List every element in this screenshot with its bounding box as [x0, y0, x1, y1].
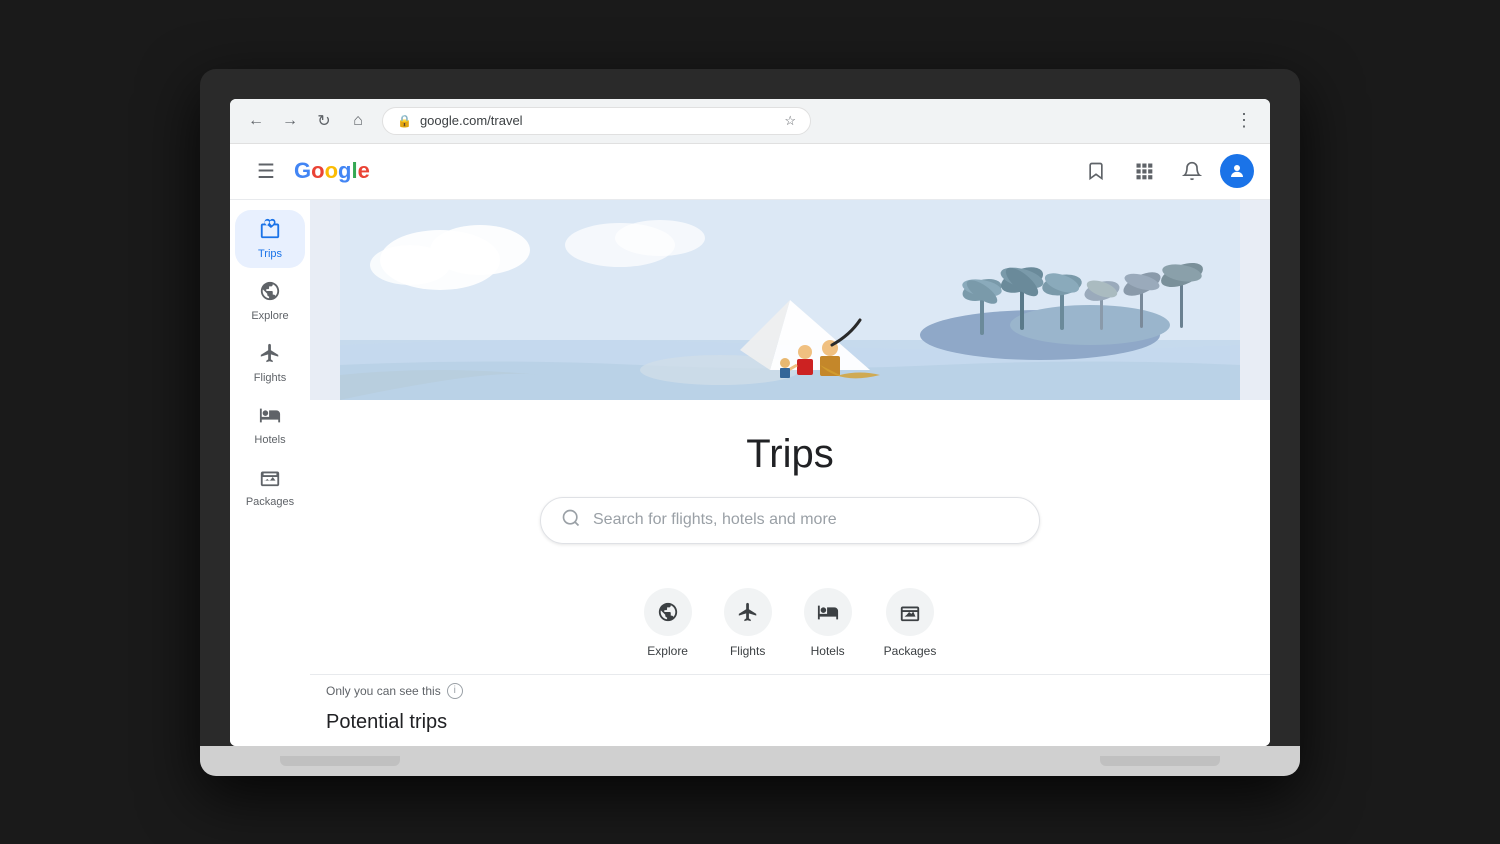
category-packages-label: Packages — [884, 644, 937, 658]
logo-e: e — [358, 158, 370, 184]
sidebar-explore-label: Explore — [251, 310, 288, 322]
app-container: ☰ G o o g l e — [230, 144, 1270, 746]
search-bar[interactable]: Search for flights, hotels and more — [540, 497, 1040, 544]
refresh-button[interactable]: ↻ — [310, 107, 338, 135]
address-bar[interactable]: 🔒 google.com/travel ☆ — [382, 107, 811, 135]
trips-title-section: Trips Search for flights, hotels and mor… — [310, 400, 1270, 564]
category-explore[interactable]: Explore — [644, 588, 692, 658]
bookmark-button[interactable] — [1076, 151, 1116, 191]
laptop-foot-left — [280, 756, 400, 766]
category-flights-label: Flights — [730, 644, 765, 658]
category-flights-icon — [724, 588, 772, 636]
lock-icon: 🔒 — [397, 114, 412, 128]
sidebar-item-explore[interactable]: Explore — [235, 272, 305, 330]
browser-menu-button[interactable]: ⋮ — [1230, 107, 1258, 135]
flights-icon — [259, 342, 281, 370]
hamburger-button[interactable]: ☰ — [246, 151, 286, 191]
info-icon[interactable]: i — [447, 683, 463, 699]
explore-icon — [259, 280, 281, 308]
category-explore-icon — [644, 588, 692, 636]
sidebar-hotels-label: Hotels — [254, 434, 285, 446]
logo-g: G — [294, 158, 311, 184]
sidebar-trips-label: Trips — [258, 248, 282, 260]
category-row: Explore Flights Hotels — [310, 564, 1270, 674]
privacy-notice: Only you can see this i — [326, 683, 1254, 699]
forward-button[interactable]: → — [276, 107, 304, 135]
category-explore-label: Explore — [647, 644, 688, 658]
laptop-bottom — [200, 746, 1300, 776]
hero-section — [310, 200, 1270, 400]
laptop-container: ← → ↻ ⌂ 🔒 google.com/travel ☆ ⋮ ☰ G o o — [200, 69, 1300, 776]
search-icon — [561, 508, 581, 533]
search-placeholder-text: Search for flights, hotels and more — [593, 511, 837, 529]
back-button[interactable]: ← — [242, 107, 270, 135]
laptop-foot-right — [1100, 756, 1220, 766]
category-flights[interactable]: Flights — [724, 588, 772, 658]
url-text: google.com/travel — [420, 113, 776, 128]
browser-nav-buttons: ← → ↻ ⌂ — [242, 107, 372, 135]
trips-icon — [259, 218, 281, 246]
sidebar-item-flights[interactable]: Flights — [235, 334, 305, 392]
app-header: ☰ G o o g l e — [230, 144, 1270, 200]
category-packages-icon — [886, 588, 934, 636]
main-content: Trips Search for flights, hotels and mor… — [310, 200, 1270, 746]
page-title: Trips — [330, 432, 1250, 477]
logo-o2: o — [325, 158, 338, 184]
laptop-screen: ← → ↻ ⌂ 🔒 google.com/travel ☆ ⋮ ☰ G o o — [230, 99, 1270, 746]
sidebar-packages-label: Packages — [246, 496, 294, 508]
hotels-icon — [259, 404, 281, 432]
category-hotels-label: Hotels — [811, 644, 845, 658]
bookmark-star-icon[interactable]: ☆ — [784, 113, 796, 129]
potential-trips-section: Only you can see this i Potential trips — [310, 674, 1270, 746]
apps-grid-button[interactable] — [1124, 151, 1164, 191]
category-hotels[interactable]: Hotels — [804, 588, 852, 658]
sidebar: Trips Explore Flights — [230, 200, 310, 746]
logo-o1: o — [311, 158, 324, 184]
sidebar-flights-label: Flights — [254, 372, 286, 384]
google-logo: G o o g l e — [294, 158, 370, 184]
category-packages[interactable]: Packages — [884, 588, 937, 658]
sidebar-item-hotels[interactable]: Hotels — [235, 396, 305, 454]
browser-chrome: ← → ↻ ⌂ 🔒 google.com/travel ☆ ⋮ — [230, 99, 1270, 144]
category-hotels-icon — [804, 588, 852, 636]
home-button[interactable]: ⌂ — [344, 107, 372, 135]
sidebar-item-packages[interactable]: Packages — [235, 458, 305, 516]
user-avatar[interactable] — [1220, 154, 1254, 188]
header-icons — [1076, 151, 1254, 191]
potential-trips-title: Potential trips — [326, 711, 1254, 734]
packages-icon — [259, 466, 281, 494]
sidebar-item-trips[interactable]: Trips — [235, 210, 305, 268]
content-area: Trips Explore Flights — [230, 200, 1270, 746]
logo-g2: g — [338, 158, 351, 184]
notifications-button[interactable] — [1172, 151, 1212, 191]
privacy-notice-text: Only you can see this — [326, 684, 441, 698]
